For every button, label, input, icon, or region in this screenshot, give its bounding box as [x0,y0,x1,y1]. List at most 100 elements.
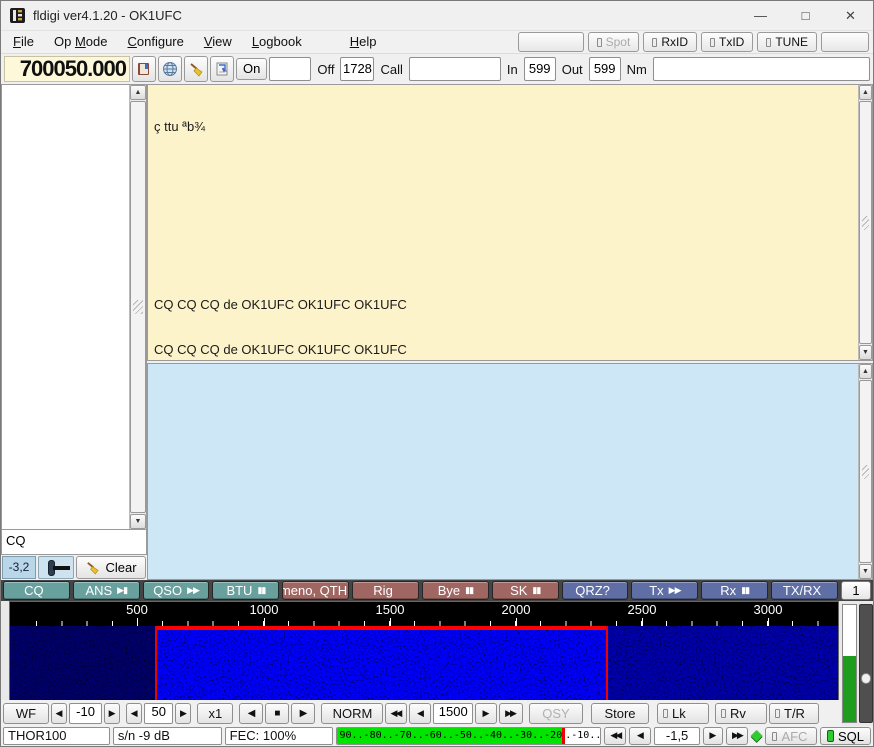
macro-cq[interactable]: CQ [3,581,70,600]
frequency-display[interactable]: 700050.000 [4,56,130,82]
menu-op-mode[interactable]: Op Mode [44,31,118,53]
qso-on-button[interactable]: On [236,58,267,80]
rx-text[interactable]: ç ttu ªb¾ CQ CQ CQ de OK1UFC OK1UFC OK1U… [148,85,858,360]
macro-bye[interactable]: Bye▮▮ [422,581,489,600]
macro-set-button[interactable]: 1 [841,581,871,600]
macro-btu[interactable]: BTU▮▮ [212,581,279,600]
macro-sk[interactable]: SK▮▮ [492,581,559,600]
waterfall-display[interactable] [10,626,838,700]
carrier-up-fast-button[interactable]: ▶▶ [499,703,523,724]
scroll-down-icon[interactable]: ▼ [859,345,872,360]
right-shift-button[interactable]: ▶ [291,703,315,724]
signal-browser-pane[interactable]: ▲ ▼ [1,84,147,530]
macro-txrx[interactable]: TX/RX [771,581,838,600]
scroll-up-icon[interactable]: ▲ [859,85,872,100]
tune-indicator [766,38,771,47]
wf-speed-button[interactable]: NORM [321,703,383,724]
refspeed-field[interactable]: 50 [144,703,173,724]
titlebar[interactable]: fldigi ver4.1.20 - OK1UFC — □ ✕ [1,1,873,31]
txrx-toggle[interactable]: T/R [769,703,819,724]
scroll-up-icon[interactable]: ▲ [130,85,146,100]
txid-toggle[interactable]: TxID [701,32,753,52]
reverse-toggle[interactable]: Rv [715,703,767,724]
rx-pane[interactable]: ç ttu ªb¾ CQ CQ CQ de OK1UFC OK1UFC OK1U… [147,84,873,361]
ampspan-up-button[interactable]: ▶ [104,703,120,724]
macro-jmeno-qth[interactable]: Jmeno, QTH▶ [282,581,349,600]
tx-scrollbar[interactable]: ▲ ▼ [858,364,872,579]
menu-configure[interactable]: Configure [117,31,193,53]
menu-file[interactable]: File [3,31,44,53]
save-button[interactable] [210,56,234,82]
wf-mode-button[interactable]: WF [3,703,49,724]
meter-scale-green: 90..-80..-70..-60..-50..-40..-30..-20 [337,728,562,744]
scroll-down-icon[interactable]: ▼ [130,514,146,529]
call-field[interactable] [409,57,501,81]
macro-qrz[interactable]: QRZ? [562,581,629,600]
carrier-down-fast-button[interactable]: ◀◀ [385,703,407,724]
clear-qso-button[interactable] [184,56,208,82]
ampspan-field[interactable]: -10 [69,703,102,724]
carrier-down-button[interactable]: ◀ [409,703,431,724]
close-button[interactable]: ✕ [828,1,873,30]
name-field[interactable] [653,57,870,81]
tune-toggle[interactable]: TUNE [757,32,817,52]
macro-glyph: ▶▶ [187,585,199,596]
squelch-slider[interactable] [859,604,873,723]
menu-view[interactable]: View [194,31,242,53]
rx-line: CQ CQ CQ de OK1UFC OK1UFC OK1UFC [154,343,852,358]
lock-toggle[interactable]: Lk [657,703,709,724]
frequency-offset-field[interactable]: -1,5 [654,727,700,745]
browser-button[interactable] [158,56,182,82]
refspeed-down-button[interactable]: ◀ [126,703,142,724]
mode-status-button[interactable]: THOR100 [3,727,110,745]
afc-indicator [772,732,777,741]
carrier-frequency-field[interactable]: 1500 [433,703,473,724]
logbook-button[interactable] [132,56,156,82]
rst-in-field[interactable]: 599 [524,57,556,81]
macro-rx[interactable]: Rx▮▮ [701,581,768,600]
rxid-toggle[interactable]: RxID [643,32,697,52]
tx-pane[interactable]: ▲ ▼ [147,363,873,580]
scroll-thumb[interactable] [859,380,872,563]
left-shift-button[interactable]: ◀ [239,703,263,724]
browser-attenuation-slider[interactable] [38,556,74,579]
time-off-field[interactable]: 1728 [340,57,374,81]
signal-browser-list[interactable] [2,85,129,529]
macro-ans[interactable]: ANS▶▮ [73,581,140,600]
scroll-thumb[interactable] [130,101,146,513]
browser-attenuation-value[interactable]: -3,2 [2,556,36,579]
browser-clear-button[interactable]: Clear [76,556,146,579]
scroll-thumb[interactable] [859,101,872,344]
store-button[interactable]: Store [591,703,649,724]
offset-up-button[interactable]: ▶ [703,727,723,745]
maximize-button[interactable]: □ [783,1,828,30]
minimize-button[interactable]: — [738,1,783,30]
menu-help[interactable]: Help [340,31,387,53]
macro-qso[interactable]: QSO▶▶ [143,581,210,600]
refspeed-up-button[interactable]: ▶ [175,703,191,724]
scroll-down-icon[interactable]: ▼ [859,564,872,579]
macro-rig[interactable]: Rig [352,581,419,600]
zoom-button[interactable]: x1 [197,703,233,724]
center-stop-button[interactable]: ■ [265,703,289,724]
waterfall-scale: 500 1000 1500 2000 2500 3000 [10,602,838,618]
browser-search-input[interactable]: CQ [1,530,147,555]
waterfall-controls: WF ◀ -10 ▶ ◀ 50 ▶ x1 ◀ ■ ▶ NORM ◀◀ ◀ 150… [1,700,841,726]
menu-logbook[interactable]: Logbook [242,31,312,53]
rx-line [154,209,852,224]
tx-text[interactable] [148,364,858,579]
macro-tx[interactable]: Tx▶▶ [631,581,698,600]
waterfall-section: 500 1000 1500 2000 2500 3000 [1,601,873,726]
browser-scrollbar[interactable]: ▲ ▼ [129,85,146,529]
ampspan-down-button[interactable]: ◀ [51,703,67,724]
scroll-up-icon[interactable]: ▲ [859,364,872,379]
squelch-thumb[interactable] [861,673,871,684]
offset-down-fast-button[interactable]: ◀◀ [604,727,626,745]
rx-scrollbar[interactable]: ▲ ▼ [858,85,872,360]
offset-down-button[interactable]: ◀ [629,727,651,745]
sql-toggle[interactable]: SQL [820,727,871,745]
carrier-up-button[interactable]: ▶ [475,703,497,724]
rst-out-field[interactable]: 599 [589,57,621,81]
time-on-field[interactable] [269,57,311,81]
offset-up-fast-button[interactable]: ▶▶ [726,727,748,745]
